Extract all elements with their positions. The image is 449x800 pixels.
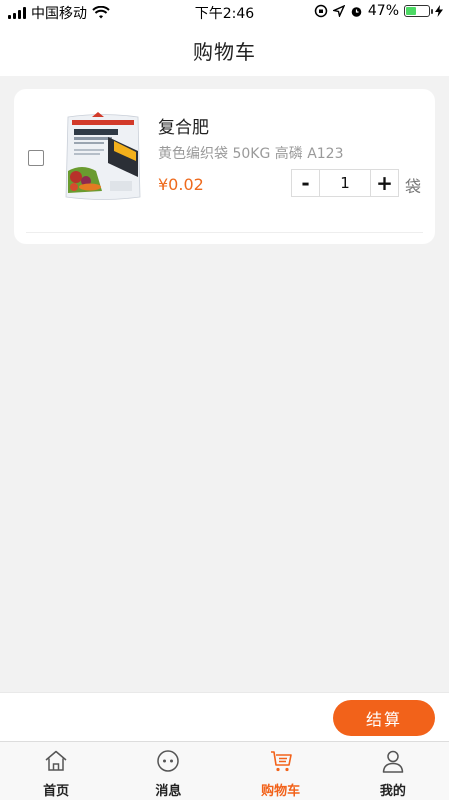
fertilizer-bag-image	[62, 111, 144, 203]
item-select-checkbox[interactable]	[28, 150, 44, 166]
user-icon	[382, 750, 404, 773]
charging-icon	[435, 5, 443, 17]
quantity-value[interactable]: 1	[320, 170, 370, 196]
page-title: 购物车	[193, 39, 256, 64]
checkout-button[interactable]: 结算	[333, 700, 435, 736]
cart-icon	[270, 751, 292, 772]
battery-icon	[404, 5, 433, 17]
rotation-lock-icon	[314, 4, 328, 18]
battery-fill	[406, 7, 417, 15]
tab-cart[interactable]: 购物车	[225, 742, 337, 800]
tab-messages[interactable]: 消息	[112, 742, 224, 800]
home-icon	[45, 750, 67, 771]
tab-label-home: 首页	[43, 784, 70, 799]
battery-percent: 47%	[367, 3, 399, 19]
cart-screen: 中国移动 下午2:46 47% 购物车 复合肥 黄色编织袋 50KG 高磷 A1…	[0, 0, 449, 800]
alarm-icon	[351, 6, 362, 17]
nav-bar: 购物车	[0, 24, 449, 76]
tab-home[interactable]: 首页	[0, 742, 112, 800]
message-icon	[157, 750, 180, 772]
card-divider	[26, 232, 423, 233]
decrease-quantity-button[interactable]: -	[292, 170, 320, 196]
product-image[interactable]	[62, 111, 144, 203]
product-spec: 黄色编织袋 50KG 高磷 A123	[158, 146, 344, 162]
tab-label-messages: 消息	[155, 784, 182, 799]
status-right: 47%	[314, 3, 443, 19]
location-icon	[332, 5, 345, 17]
tab-profile[interactable]: 我的	[337, 742, 449, 800]
checkout-bar: 结算	[0, 692, 449, 741]
tab-bar: 首页 消息 购物车 我的	[0, 741, 449, 800]
product-name[interactable]: 复合肥	[158, 113, 209, 138]
tab-label-cart: 购物车	[261, 784, 301, 799]
product-price: ¥0.02	[158, 175, 204, 194]
increase-quantity-button[interactable]: +	[370, 170, 398, 196]
tab-label-profile: 我的	[379, 784, 406, 799]
quantity-unit: 袋	[405, 177, 422, 196]
cart-item-card: 复合肥 黄色编织袋 50KG 高磷 A123 ¥0.02 - 1 + 袋	[14, 89, 435, 244]
status-bar: 中国移动 下午2:46 47%	[0, 0, 449, 24]
quantity-stepper: - 1 +	[291, 169, 399, 197]
